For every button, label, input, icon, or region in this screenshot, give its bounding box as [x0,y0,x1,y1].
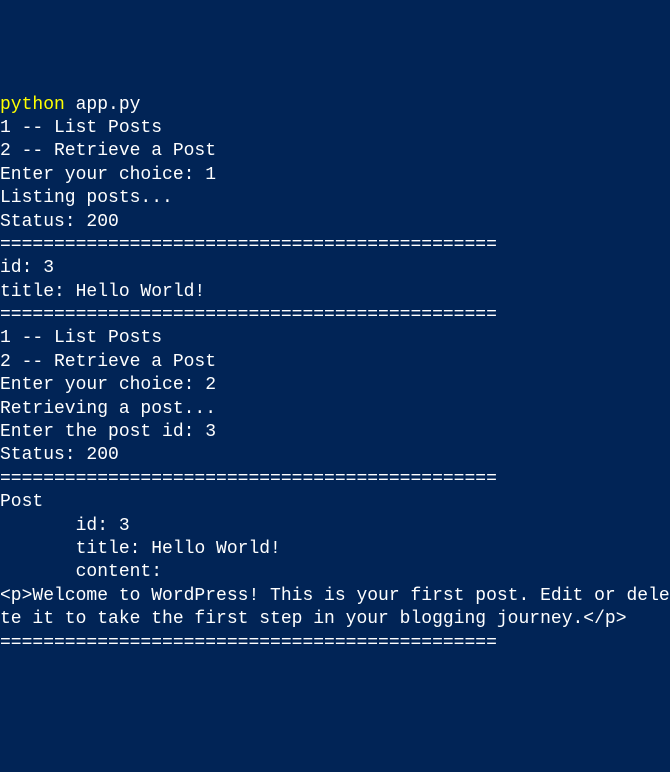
post-detail-content-body: <p>Welcome to WordPress! This is your fi… [0,585,670,632]
retrieving-action: Retrieving a post... [0,398,670,421]
post-id-prompt: Enter the post id: 3 [0,421,670,444]
status-line: Status: 200 [0,211,670,234]
post-detail-content-label: content: [0,561,670,584]
post-id: id: 3 [0,257,670,280]
command-line: python app.py [0,94,670,117]
post-detail-id: id: 3 [0,515,670,538]
divider-line: ========================================… [0,632,670,655]
command-argument: app.py [65,95,141,115]
terminal-output: python app.py1 -- List Posts2 -- Retriev… [0,94,670,655]
post-header: Post [0,491,670,514]
command-executable: python [0,95,65,115]
divider-line: ========================================… [0,304,670,327]
status-line: Status: 200 [0,444,670,467]
menu-option-2: 2 -- Retrieve a Post [0,351,670,374]
post-title: title: Hello World! [0,281,670,304]
divider-line: ========================================… [0,234,670,257]
menu-option-1: 1 -- List Posts [0,117,670,140]
menu-option-2: 2 -- Retrieve a Post [0,140,670,163]
choice-prompt: Enter your choice: 1 [0,164,670,187]
choice-prompt: Enter your choice: 2 [0,374,670,397]
post-detail-title: title: Hello World! [0,538,670,561]
divider-line: ========================================… [0,468,670,491]
listing-action: Listing posts... [0,187,670,210]
menu-option-1: 1 -- List Posts [0,327,670,350]
